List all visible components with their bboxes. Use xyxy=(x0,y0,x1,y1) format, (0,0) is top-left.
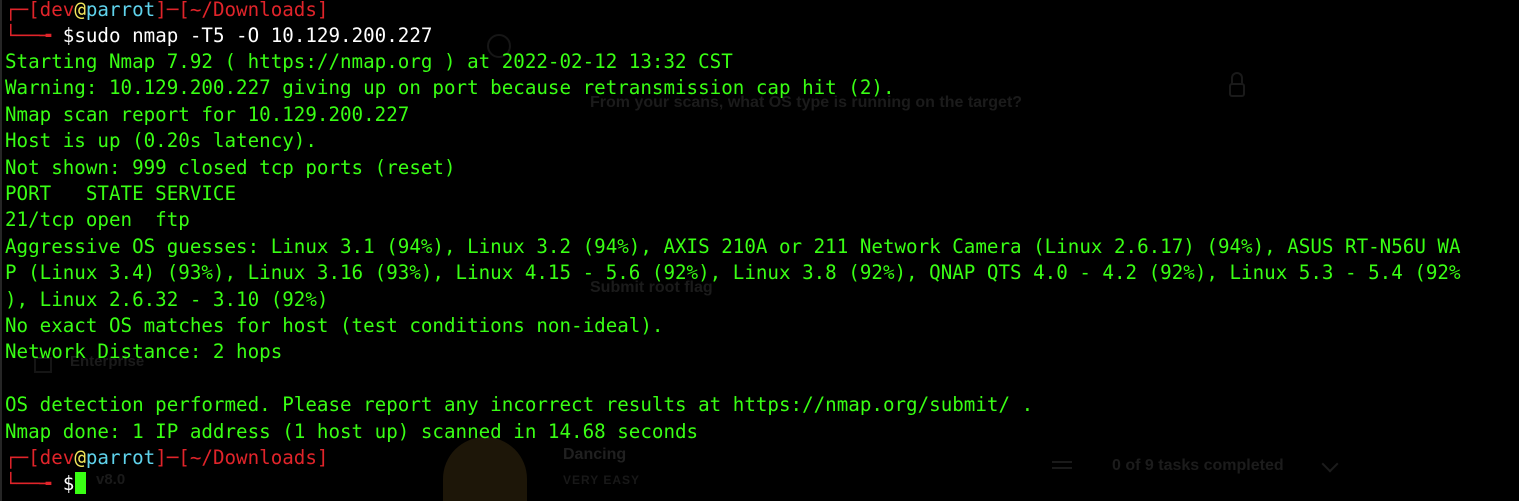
command-text: sudo nmap -T5 -O 10.129.200.227 xyxy=(74,24,433,47)
prompt-path: ~/Downloads xyxy=(189,446,317,469)
prompt-line-2: ┌─[dev@parrot]─[~/Downloads] xyxy=(5,445,328,471)
output-line: Host is up (0.20s latency). xyxy=(5,129,317,152)
prompt-separator: ]─[ xyxy=(155,446,190,469)
text-cursor[interactable] xyxy=(75,472,87,494)
output-line: Not shown: 999 closed tcp ports (reset) xyxy=(5,156,456,179)
prompt-host: parrot xyxy=(85,446,156,469)
prompt-at: @ xyxy=(74,0,86,21)
output-line: PORT STATE SERVICE xyxy=(5,182,237,205)
prompt-frame-close: ] xyxy=(316,0,329,21)
prompt-dollar: $ xyxy=(62,472,75,495)
prompt-dollar: $ xyxy=(62,24,75,47)
command-line: └──╼ $sudo nmap -T5 -O 10.129.200.227 xyxy=(5,23,432,49)
prompt-frame-close: ] xyxy=(316,446,329,469)
prompt-arrow: └──╼ xyxy=(5,24,63,47)
output-line: OS detection performed. Please report an… xyxy=(5,393,1034,416)
output-line: 21/tcp open ftp xyxy=(5,208,190,231)
output-line: Nmap done: 1 IP address (1 host up) scan… xyxy=(5,420,699,443)
output-line: No exact OS matches for host (test condi… xyxy=(5,314,664,337)
prompt-user: dev xyxy=(39,0,75,21)
prompt-line-1: ┌─[dev@parrot]─[~/Downloads] xyxy=(5,0,328,23)
prompt-user: dev xyxy=(39,446,75,469)
output-line: Warning: 10.129.200.227 giving up on por… xyxy=(5,76,895,99)
output-line: ), Linux 2.6.32 - 3.10 (92%) xyxy=(5,288,329,311)
prompt-arrow: └──╼ xyxy=(5,472,63,495)
prompt-frame: ┌─[ xyxy=(5,446,40,469)
output-line: Aggressive OS guesses: Linux 3.1 (94%), … xyxy=(5,235,1461,258)
input-line[interactable]: └──╼ $ xyxy=(5,471,87,497)
prompt-separator: ]─[ xyxy=(155,0,190,21)
output-line: Network Distance: 2 hops xyxy=(5,340,283,363)
prompt-path: ~/Downloads xyxy=(189,0,317,21)
prompt-frame: ┌─[ xyxy=(5,0,40,21)
output-line: Starting Nmap 7.92 ( https://nmap.org ) … xyxy=(5,50,733,73)
output-line: P (Linux 3.4) (93%), Linux 3.16 (93%), L… xyxy=(5,261,1461,284)
prompt-host: parrot xyxy=(85,0,156,21)
output-line: Nmap scan report for 10.129.200.227 xyxy=(5,103,410,126)
terminal-window[interactable]: ┌─[dev@parrot]─[~/Downloads] └──╼ $sudo … xyxy=(0,0,1519,501)
prompt-at: @ xyxy=(74,446,86,469)
